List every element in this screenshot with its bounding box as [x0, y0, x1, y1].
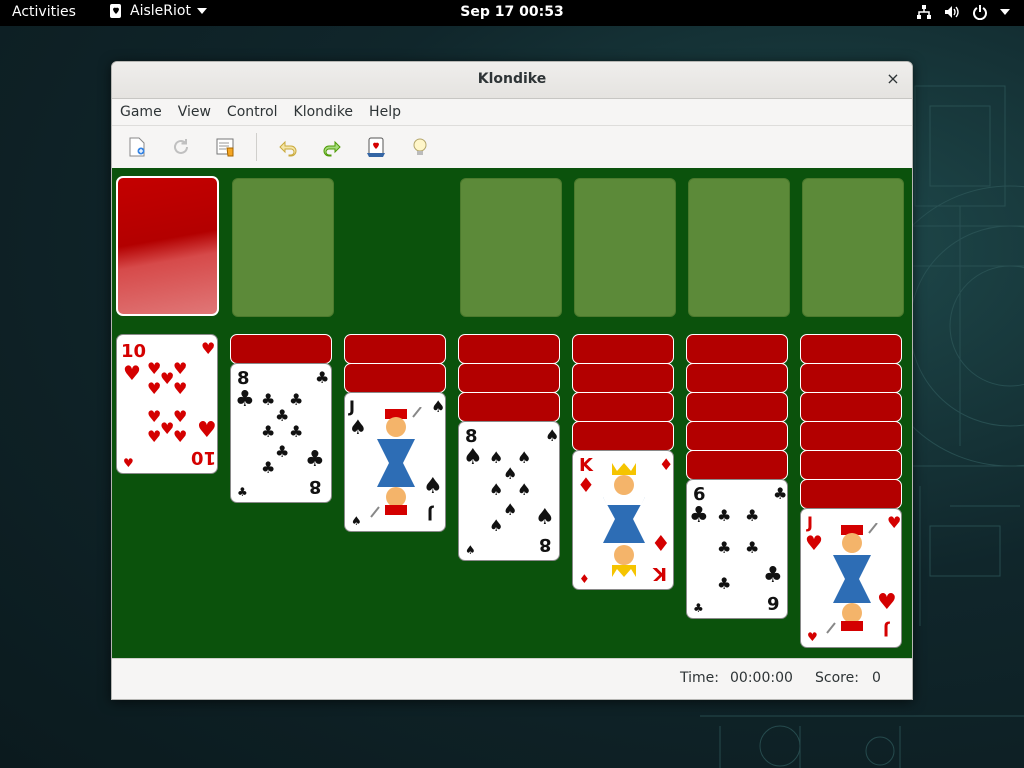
face-down-card [800, 334, 902, 364]
system-tray[interactable] [916, 4, 1010, 20]
face-down-card [800, 479, 902, 509]
stock-pile[interactable] [116, 176, 219, 316]
tableau-card[interactable]: 10 ♥ ♥ ♥ ♥ ♥ ♥ ♥ ♥ ♥ ♥ ♥ ♥ ♥ ♥ 10 [116, 334, 218, 474]
menu-bar: Game View Control Klondike Help [112, 99, 912, 126]
face-down-card [800, 450, 902, 480]
king-figure-icon [603, 463, 645, 577]
time-value: 00:00:00 [730, 670, 793, 686]
face-down-card [344, 363, 446, 393]
card-suit: ♣ [689, 503, 709, 528]
restart-button[interactable] [168, 134, 194, 160]
hint-icon [413, 138, 427, 155]
jack-figure-icon [370, 407, 422, 518]
face-down-card [686, 334, 788, 364]
new-game-button[interactable] [124, 134, 150, 160]
status-bar: Time: 00:00:00 Score: 0 [112, 658, 912, 699]
face-down-card [572, 334, 674, 364]
face-down-card [800, 363, 902, 393]
power-icon [973, 5, 987, 20]
redo-button[interactable] [319, 134, 345, 160]
tableau-card[interactable]: K ♦ ♦ ♦ ♦ K [572, 450, 674, 590]
card-rank: 8 [465, 426, 478, 447]
card-suit: ♠ [463, 445, 483, 470]
menu-game[interactable]: Game [112, 99, 170, 125]
card-rank: 8 [237, 368, 250, 389]
undo-button[interactable] [275, 134, 301, 160]
menu-control[interactable]: Control [219, 99, 286, 125]
foundation-slot[interactable] [574, 178, 676, 317]
game-table[interactable]: 10 ♥ ♥ ♥ ♥ ♥ ♥ ♥ ♥ ♥ ♥ ♥ ♥ ♥ ♥ 10 8 ♣ ♣ ♣ ♣ ♣… [112, 168, 912, 658]
face-down-card [458, 334, 560, 364]
face-down-card [572, 421, 674, 451]
face-down-card [800, 392, 902, 422]
face-down-card [458, 363, 560, 393]
face-down-card [686, 450, 788, 480]
tableau-card[interactable]: 6 ♣ ♣ ♣ ♣ ♣ ♣ ♣ ♣ ♣ 6 [686, 479, 788, 619]
deal-button[interactable] [363, 134, 389, 160]
new-game-icon [129, 137, 145, 157]
face-down-card [344, 334, 446, 364]
face-down-card [572, 363, 674, 393]
foundation-slot[interactable] [688, 178, 790, 317]
toolbar-separator [256, 133, 257, 161]
toolbar [112, 126, 912, 169]
menu-klondike[interactable]: Klondike [286, 99, 362, 125]
select-game-icon [216, 138, 234, 157]
jack-figure-icon [826, 523, 878, 634]
card-rank: 10 [121, 341, 147, 362]
card-suit: ♥ [123, 361, 141, 385]
face-down-card [686, 421, 788, 451]
tableau-card[interactable]: 8 ♠ ♠ ♠ ♠ ♠ ♠ ♠ ♠ ♠ ♠ ♠ 8 [458, 421, 560, 561]
face-down-card [458, 392, 560, 422]
score-label: Score: [815, 670, 859, 686]
chevron-down-icon [1000, 9, 1010, 15]
face-down-card [686, 392, 788, 422]
tableau-card[interactable]: J ♠ ♠ ♠ ♠ J [344, 392, 446, 532]
time-label: Time: [680, 670, 719, 686]
menu-view[interactable]: View [170, 99, 219, 125]
card-suit: ♣ [235, 387, 255, 412]
volume-icon [945, 6, 959, 18]
hint-button[interactable] [407, 134, 433, 160]
restart-icon [174, 139, 188, 154]
card-suit: ♥ [201, 339, 216, 358]
foundation-slot[interactable] [802, 178, 904, 317]
redo-icon [323, 140, 341, 157]
network-icon [917, 5, 931, 19]
face-down-card [686, 363, 788, 393]
tableau-card[interactable]: 8 ♣ ♣ ♣ ♣ ♣ ♣ ♣ ♣ ♣ ♣ ♣ 8 [230, 363, 332, 503]
card-rank: 6 [693, 484, 706, 505]
window-title: Klondike [477, 71, 547, 87]
top-bar: Activities AisleRiot Sep 17 00:53 [0, 0, 1024, 26]
klondike-window: Klondike × Game View Control Klondike He… [111, 61, 913, 700]
close-button[interactable]: × [884, 70, 902, 88]
face-down-card [572, 392, 674, 422]
window-titlebar[interactable]: Klondike × [112, 62, 912, 99]
waste-slot[interactable] [232, 178, 334, 317]
foundation-slot[interactable] [460, 178, 562, 317]
menu-help[interactable]: Help [361, 99, 409, 125]
clock[interactable]: Sep 17 00:53 [0, 4, 1024, 20]
card-rank: J [807, 513, 813, 532]
undo-icon [279, 140, 297, 157]
tableau-card[interactable]: J ♥ ♥ ♥ ♥ J [800, 508, 902, 648]
select-game-button[interactable] [212, 134, 238, 160]
deal-icon [367, 137, 385, 157]
card-rank: J [349, 397, 355, 416]
face-down-card [800, 421, 902, 451]
face-down-card [230, 334, 332, 364]
score-value: 0 [872, 670, 881, 686]
